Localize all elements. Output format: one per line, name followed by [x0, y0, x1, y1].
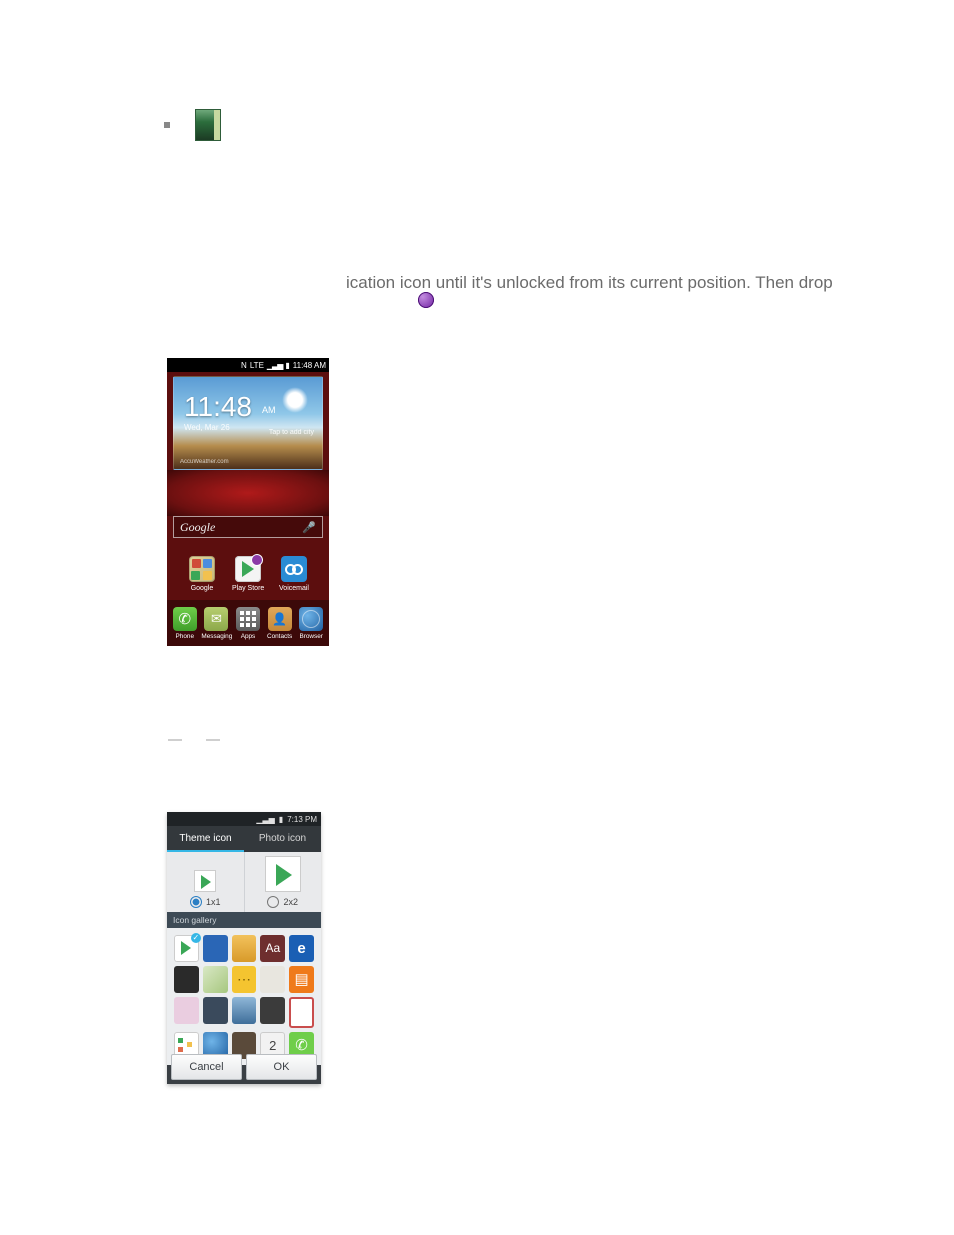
dock-label: Messaging: [201, 633, 231, 640]
contacts-icon: [268, 607, 292, 631]
battery-icon: ▮: [279, 815, 283, 824]
preview-1x1-icon: [194, 870, 216, 892]
dialog-button-row: Cancel OK: [171, 1054, 317, 1080]
preview-2x2-icon: [265, 856, 301, 892]
screenshot-icon-picker: ▁▃▅ ▮ 7:13 PM Theme icon Photo icon 1x1 …: [167, 812, 321, 1084]
divider-mark: [168, 739, 182, 741]
radio-2x2[interactable]: [267, 896, 279, 908]
widget-ampm: AM: [262, 405, 276, 415]
gallery-icon[interactable]: [260, 997, 285, 1024]
widget-city: Tap to add city: [269, 429, 314, 436]
gallery-icon[interactable]: [232, 997, 257, 1024]
battery-icon: ▮: [285, 361, 289, 370]
dock-contacts[interactable]: Contacts: [265, 607, 295, 640]
dock-label: Phone: [170, 633, 200, 640]
size-selector: 1x1 2x2: [167, 852, 321, 912]
wallpaper-area: [167, 470, 329, 516]
nfc-icon: N: [241, 361, 247, 370]
icon-gallery-grid: ✓ Aa e ▤ 2 ✆: [167, 928, 321, 1065]
tab-photo-icon[interactable]: Photo icon: [244, 826, 321, 852]
screenshot-home-screen: N LTE ▁▃▅ ▮ 11:48 AM 11:48 AM Wed, Mar 2…: [167, 358, 329, 646]
size-option-2x2[interactable]: 2x2: [244, 852, 322, 912]
status-time: 7:13 PM: [287, 815, 317, 824]
app-play-store[interactable]: Play Store: [232, 556, 264, 592]
play-store-icon: [235, 556, 261, 582]
google-folder-icon: [189, 556, 215, 582]
gallery-icon-play[interactable]: ✓: [174, 935, 199, 962]
app-voicemail[interactable]: Voicemail: [278, 556, 310, 592]
phone-thumbnail-icon: [196, 110, 220, 140]
widget-time: 11:48: [184, 391, 252, 423]
gallery-icon[interactable]: [203, 966, 228, 993]
gallery-icon[interactable]: [174, 997, 199, 1024]
status-bar: N LTE ▁▃▅ ▮ 11:48 AM: [167, 358, 329, 372]
dock-messaging[interactable]: Messaging: [201, 607, 231, 640]
messaging-icon: [204, 607, 228, 631]
radio-1x1[interactable]: [190, 896, 202, 908]
icon-gallery-header: Icon gallery: [167, 912, 321, 928]
gallery-icon[interactable]: [260, 966, 285, 993]
dock-phone[interactable]: Phone: [170, 607, 200, 640]
gallery-icon[interactable]: e: [289, 935, 314, 962]
dock-apps[interactable]: Apps: [233, 607, 263, 640]
gallery-icon[interactable]: [203, 935, 228, 962]
divider-mark: [206, 739, 220, 741]
mic-icon[interactable]: 🎤: [302, 521, 316, 534]
carrier-label: LTE: [250, 361, 264, 370]
dock-label: Browser: [296, 633, 326, 640]
gallery-icon[interactable]: [232, 966, 257, 993]
app-row: Google Play Store Voicemail: [167, 556, 329, 592]
widget-provider: AccuWeather.com: [180, 459, 229, 465]
size-option-1x1[interactable]: 1x1: [167, 852, 244, 912]
signal-icon: ▁▃▅: [256, 815, 274, 824]
list-bullet: [164, 122, 170, 128]
clock-weather-widget[interactable]: 11:48 AM Wed, Mar 26 Tap to add city Acc…: [173, 376, 323, 470]
gallery-icon[interactable]: [203, 997, 228, 1024]
signal-icon: ▁▃▅: [267, 361, 282, 370]
size-label: 2x2: [283, 897, 298, 907]
checkmark-icon: ✓: [191, 933, 201, 943]
status-time: 11:48 AM: [293, 361, 326, 370]
tab-theme-icon[interactable]: Theme icon: [167, 826, 244, 852]
google-search-bar[interactable]: Google 🎤: [173, 516, 323, 538]
app-google[interactable]: Google: [186, 556, 218, 592]
dock-browser[interactable]: Browser: [296, 607, 326, 640]
cancel-button[interactable]: Cancel: [171, 1054, 242, 1080]
widget-date: Wed, Mar 26: [184, 423, 230, 432]
gallery-icon[interactable]: [232, 935, 257, 962]
ok-button[interactable]: OK: [246, 1054, 317, 1080]
gallery-icon[interactable]: [174, 966, 199, 993]
dock-bar: Phone Messaging Apps Contacts Browser: [167, 600, 329, 646]
apps-grid-icon: [236, 607, 260, 631]
phone-icon: [173, 607, 197, 631]
app-label: Play Store: [232, 585, 264, 592]
tab-bar: Theme icon Photo icon: [167, 826, 321, 852]
edit-circle-icon: [418, 292, 434, 308]
body-text-fragment: ication icon until it's unlocked from it…: [346, 272, 833, 294]
browser-icon: [299, 607, 323, 631]
app-label: Google: [186, 585, 218, 592]
google-logo: Google: [180, 520, 215, 535]
gallery-icon[interactable]: [289, 997, 314, 1028]
status-bar: ▁▃▅ ▮ 7:13 PM: [167, 812, 321, 826]
sun-icon: [282, 387, 308, 413]
dock-label: Contacts: [265, 633, 295, 640]
gallery-icon[interactable]: ▤: [289, 966, 314, 993]
dock-label: Apps: [233, 633, 263, 640]
voicemail-icon: [281, 556, 307, 582]
size-label: 1x1: [206, 897, 221, 907]
gallery-icon[interactable]: Aa: [260, 935, 285, 962]
app-label: Voicemail: [278, 585, 310, 592]
